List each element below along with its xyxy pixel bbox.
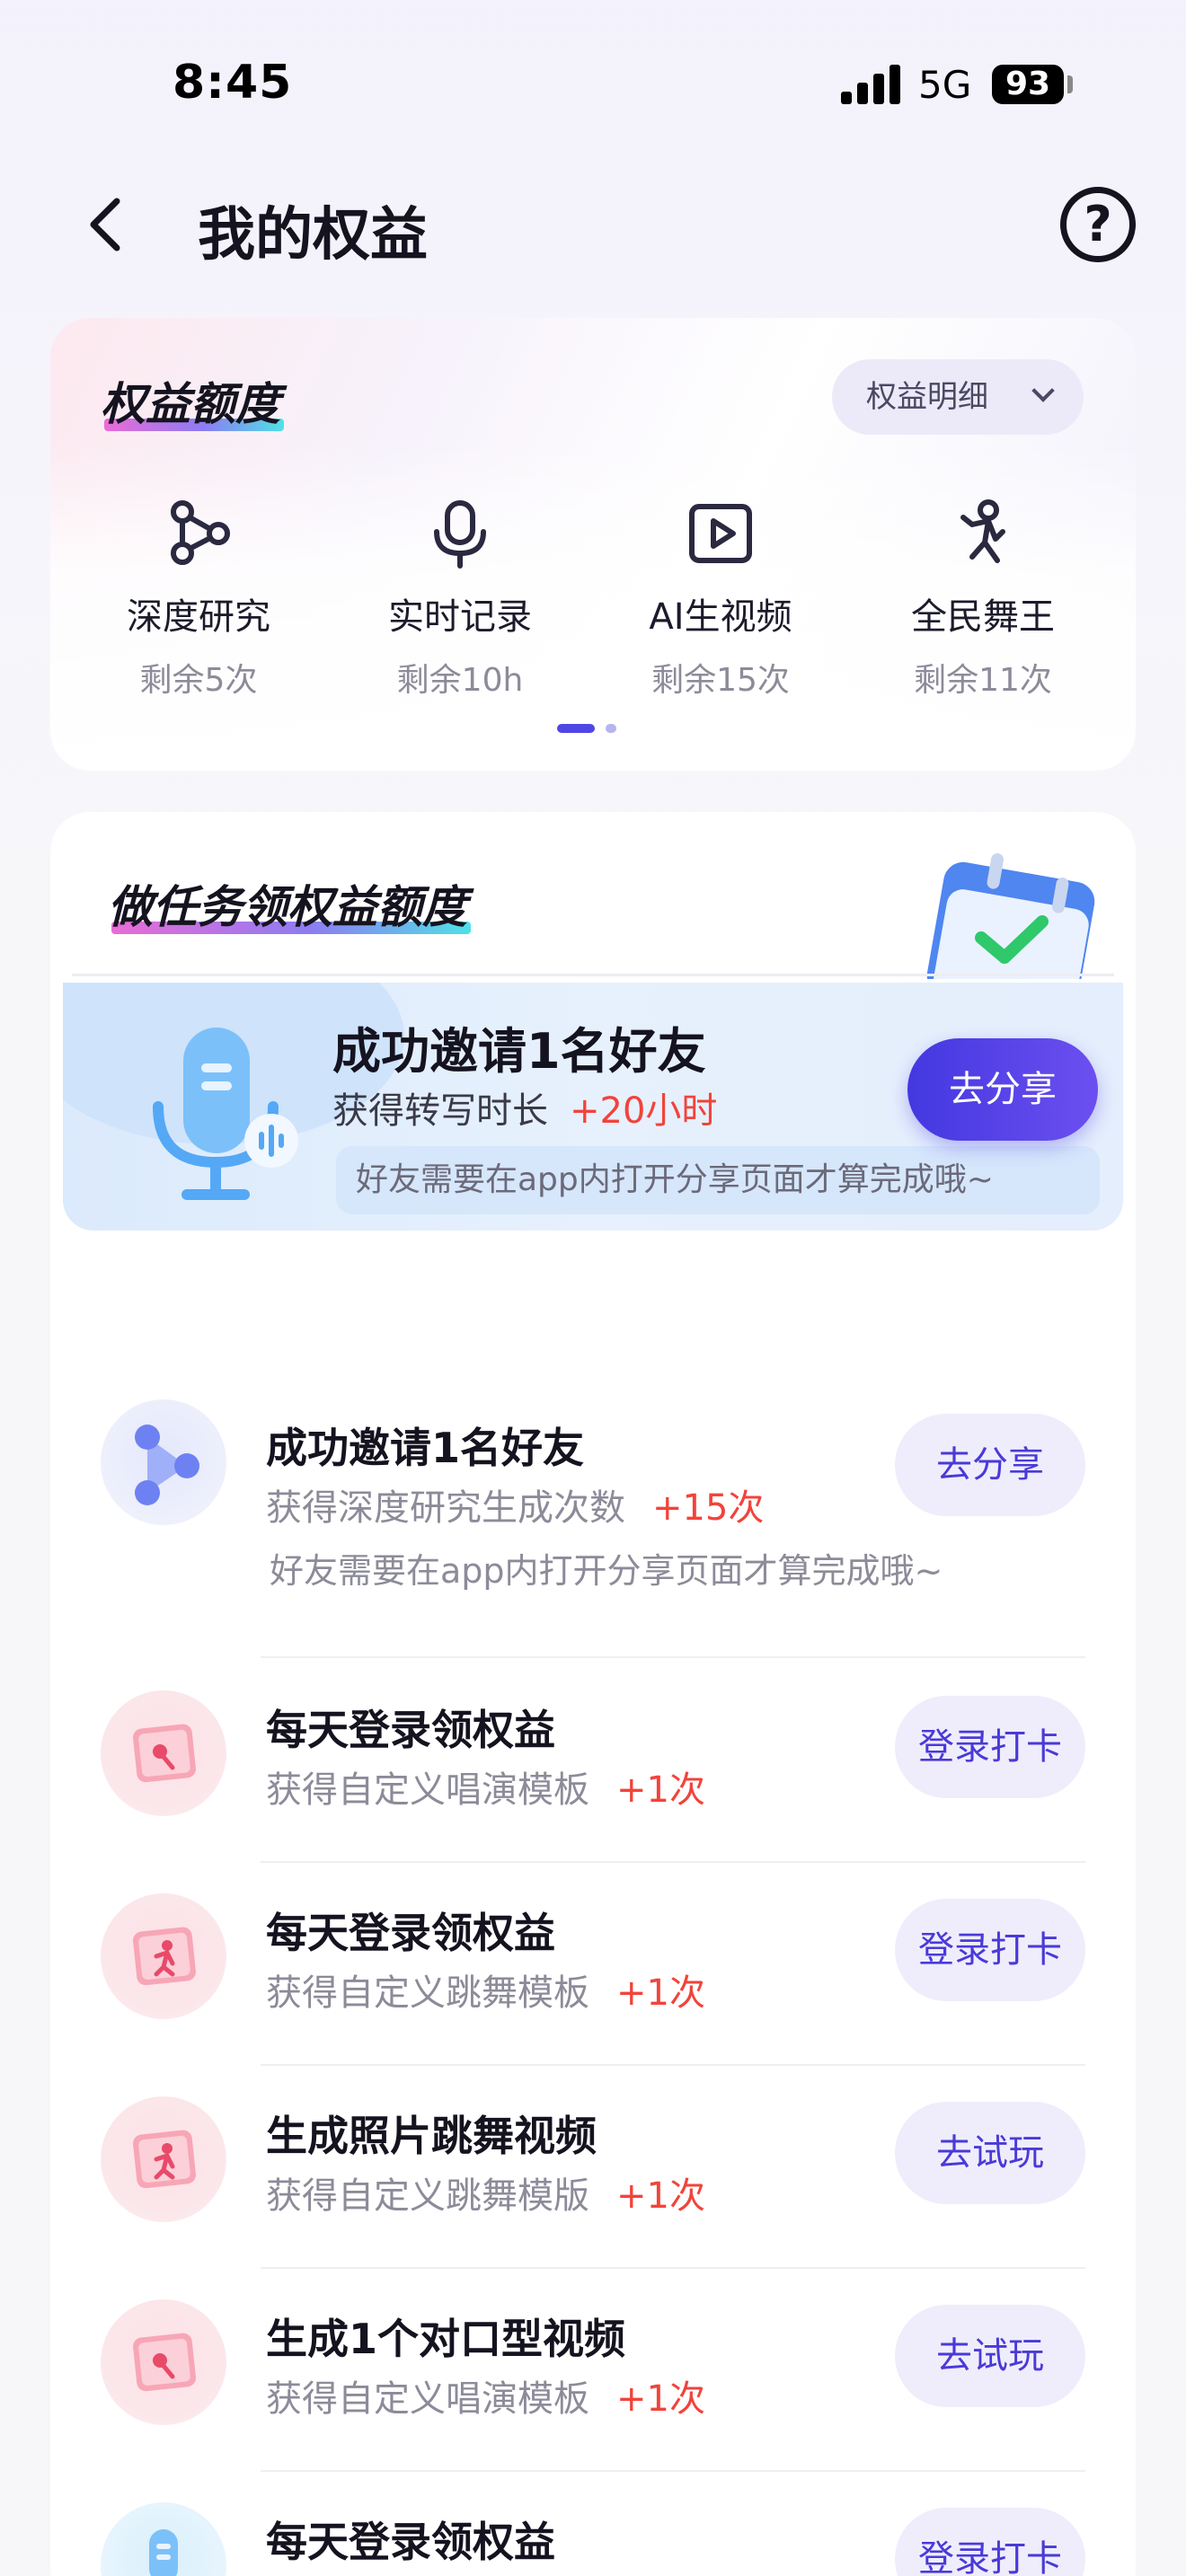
reward-label: 获得转写时长 bbox=[332, 1090, 548, 1132]
quota-item-remaining: 剩余10h bbox=[396, 662, 524, 699]
quota-item-remaining: 剩余5次 bbox=[139, 662, 258, 699]
tasks-title-text: 做任务领权益额度 bbox=[108, 881, 467, 933]
featured-task-title: 成功邀请1名好友 bbox=[332, 1023, 706, 1080]
tasks-title: 做任务领权益额度 bbox=[108, 871, 471, 936]
checkin-button[interactable]: 登录打卡 bbox=[895, 1696, 1085, 1798]
video-play-icon bbox=[685, 498, 757, 569]
quota-item-name: 全民舞王 bbox=[911, 596, 1055, 638]
try-button[interactable]: 去试玩 bbox=[895, 2305, 1085, 2407]
status-time: 8:45 bbox=[173, 56, 293, 110]
featured-task-reward: 获得转写时长 +20小时 bbox=[332, 1081, 717, 1134]
calendar-check-icon bbox=[891, 844, 1116, 1016]
checkin-button[interactable]: 登录打卡 bbox=[895, 2508, 1085, 2576]
quota-title: 权益额度 bbox=[101, 368, 284, 433]
task-title: 每天登录领权益 bbox=[266, 1909, 555, 1957]
task-note: 好友需要在app内打开分享页面才算完成哦~ bbox=[270, 1551, 943, 1591]
reward-value: +1次 bbox=[616, 2175, 705, 2217]
featured-task: 成功邀请1名好友 获得转写时长 +20小时 好友需要在app内打开分享页面才算完成… bbox=[63, 983, 1123, 1231]
task-title: 生成1个对口型视频 bbox=[266, 2315, 626, 2363]
share-button[interactable]: 去分享 bbox=[895, 1414, 1085, 1516]
help-icon[interactable]: ? bbox=[1060, 187, 1136, 262]
page-title: 我的权益 bbox=[198, 202, 428, 269]
reward-value: +1次 bbox=[616, 2378, 705, 2420]
status-bar: 8:45 5G 93 bbox=[0, 0, 1186, 171]
task-reward: 获得深度研究生成次数 +15次 bbox=[266, 1478, 764, 1531]
quota-item-name: 实时记录 bbox=[388, 596, 532, 638]
task-title: 每天登录领权益 bbox=[266, 2518, 555, 2566]
quota-item-dance-king[interactable]: 全民舞王 剩余11次 bbox=[875, 498, 1091, 701]
task-reward: 获得自定义唱演模板 +1次 bbox=[266, 2369, 705, 2422]
reward-value: +15次 bbox=[652, 1487, 765, 1529]
dancer-icon bbox=[947, 498, 1019, 569]
task-title: 成功邀请1名好友 bbox=[266, 1424, 585, 1472]
share-graph-icon bbox=[101, 1399, 226, 1525]
page-dot-active bbox=[557, 724, 595, 733]
network-type: 5G bbox=[918, 63, 972, 107]
dance-template-icon bbox=[101, 2096, 226, 2222]
quota-item-name: AI生视频 bbox=[649, 596, 792, 638]
quota-detail-button[interactable]: 权益明细 bbox=[832, 359, 1084, 435]
reward-value: +20小时 bbox=[570, 1090, 718, 1132]
dance-template-icon bbox=[101, 1893, 226, 2019]
reward-label: 获得深度研究生成次数 bbox=[266, 1487, 625, 1529]
task-reward: 获得自定义跳舞模板 +1次 bbox=[266, 1963, 705, 2016]
page-dot bbox=[606, 724, 616, 733]
featured-task-note: 好友需要在app内打开分享页面才算完成哦~ bbox=[336, 1146, 1100, 1214]
quota-item-name: 深度研究 bbox=[127, 596, 270, 638]
graph-icon bbox=[163, 498, 235, 569]
quota-item-deep-research[interactable]: 深度研究 剩余5次 bbox=[91, 498, 306, 701]
singing-template-icon bbox=[101, 2299, 226, 2425]
quota-detail-label: 权益明细 bbox=[866, 379, 988, 415]
divider bbox=[261, 2267, 1085, 2269]
reward-label: 获得自定义跳舞模版 bbox=[266, 2175, 589, 2217]
chevron-left-icon bbox=[90, 198, 120, 251]
quota-item-realtime-record[interactable]: 实时记录 剩余10h bbox=[352, 498, 568, 701]
singing-template-icon bbox=[101, 1690, 226, 1816]
microphone-icon bbox=[149, 1028, 302, 1207]
reward-label: 获得自定义唱演模板 bbox=[266, 2378, 589, 2420]
checkin-button[interactable]: 登录打卡 bbox=[895, 1899, 1085, 2001]
reward-value: +1次 bbox=[616, 1769, 705, 1811]
task-reward: 获得自定义唱演模板 +1次 bbox=[266, 1760, 705, 1813]
task-title: 生成照片跳舞视频 bbox=[266, 2112, 597, 2160]
quota-title-text: 权益额度 bbox=[101, 378, 280, 430]
battery-icon: 93 bbox=[992, 65, 1064, 104]
reward-value: +1次 bbox=[616, 1972, 705, 2014]
divider bbox=[261, 2470, 1085, 2472]
microphone-icon bbox=[424, 498, 496, 569]
battery-cap bbox=[1067, 75, 1073, 93]
reward-label: 获得自定义唱演模板 bbox=[266, 1769, 589, 1811]
divider bbox=[261, 1656, 1085, 1658]
reward-label: 获得自定义跳舞模板 bbox=[266, 1972, 589, 2014]
back-button[interactable] bbox=[79, 189, 133, 260]
quota-item-ai-video[interactable]: AI生视频 剩余15次 bbox=[613, 498, 828, 701]
microphone-icon bbox=[101, 2502, 226, 2576]
featured-share-button[interactable]: 去分享 bbox=[907, 1038, 1098, 1141]
task-title: 每天登录领权益 bbox=[266, 1706, 555, 1754]
task-card: 做任务领权益额度 成功邀请1名好友 获得转写时长 +20小时 好友需要在app内… bbox=[50, 812, 1136, 2576]
quota-item-remaining: 剩余15次 bbox=[651, 662, 790, 699]
task-reward: 获得自定义跳舞模版 +1次 bbox=[266, 2166, 705, 2219]
quota-card: 权益额度 权益明细 深度研究 剩余5次 实时记录 剩余10h AI生视频 剩余1… bbox=[50, 318, 1136, 771]
quota-item-remaining: 剩余11次 bbox=[914, 662, 1052, 699]
signal-icon bbox=[841, 65, 900, 104]
divider bbox=[72, 974, 1114, 976]
divider bbox=[261, 1861, 1085, 1863]
divider bbox=[261, 2064, 1085, 2066]
try-button[interactable]: 去试玩 bbox=[895, 2102, 1085, 2204]
chevron-down-icon bbox=[1031, 379, 1055, 402]
